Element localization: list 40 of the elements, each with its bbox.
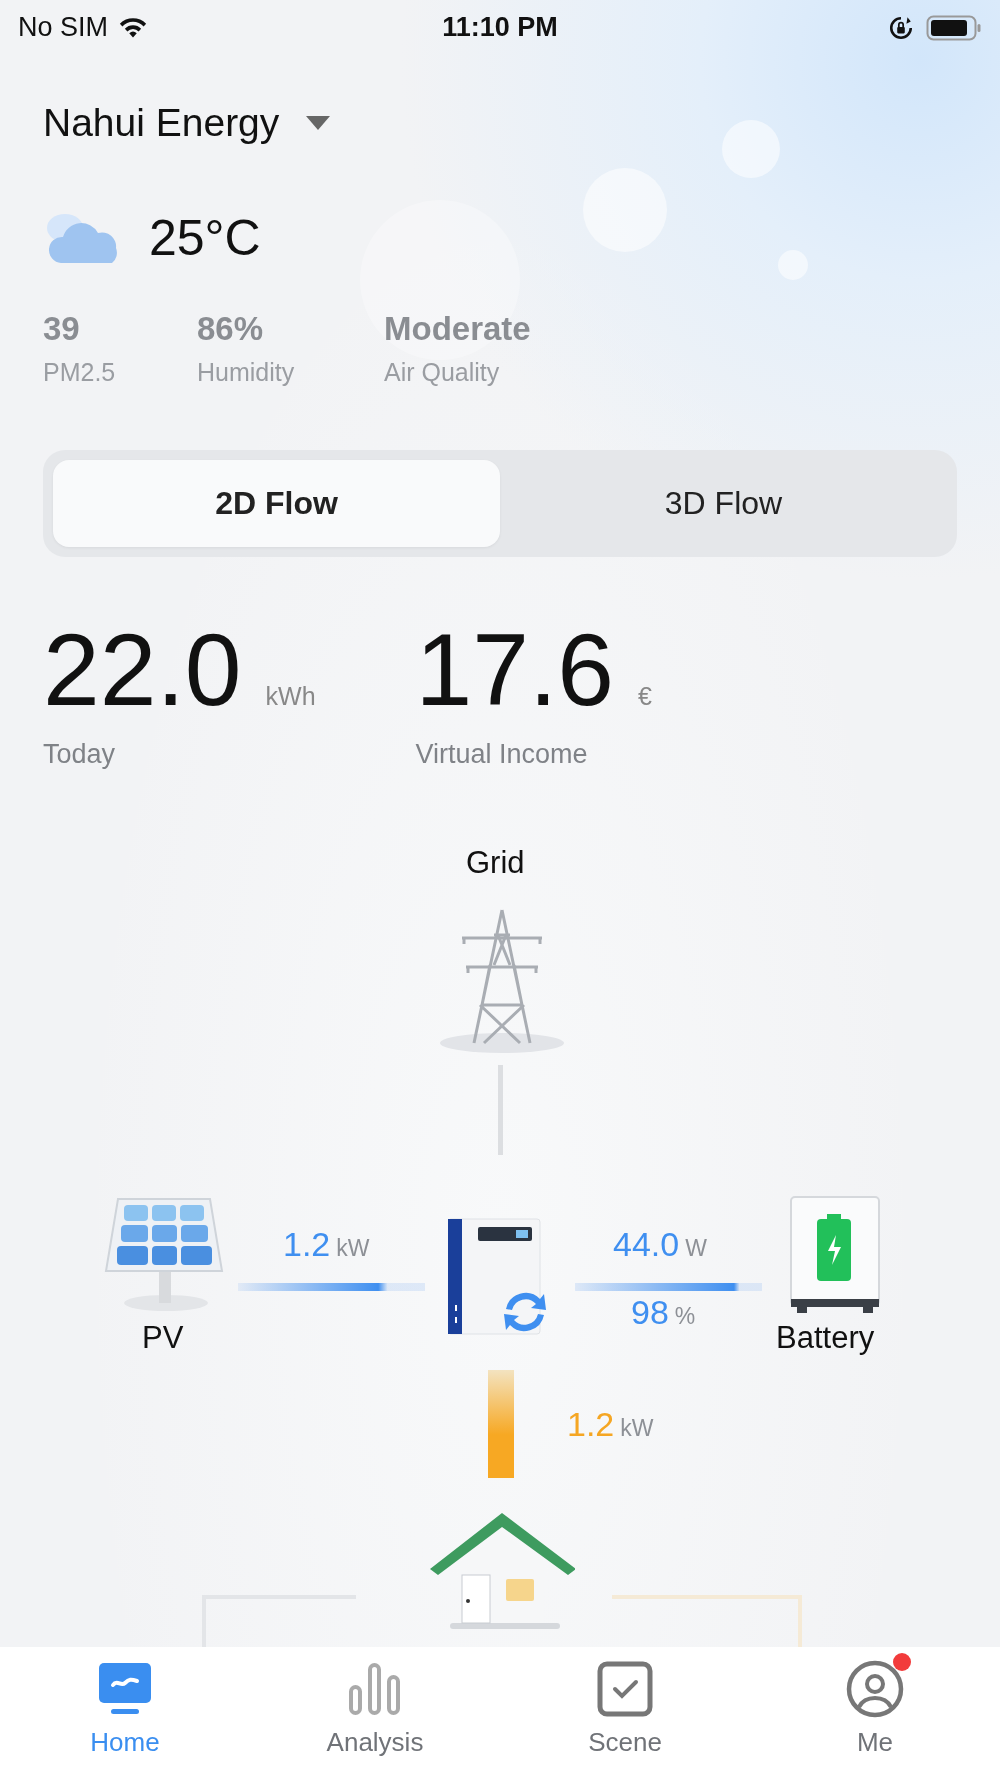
stat-label: Air Quality xyxy=(384,358,501,387)
tab-item[interactable]: Me xyxy=(750,1647,1000,1778)
stat-value: Moderate xyxy=(384,310,531,348)
summary-label: Virtual Income xyxy=(415,739,589,770)
clock-text: 11:10 PM xyxy=(442,12,558,43)
battery-charge-unit: % xyxy=(674,1303,696,1330)
view-tab[interactable]: 3D Flow xyxy=(500,460,947,547)
temperature-text: 25°C xyxy=(149,209,261,267)
stat-value: 86% xyxy=(197,310,265,348)
pv-power-unit: kW xyxy=(336,1235,370,1262)
summary-value: 22.0 xyxy=(43,619,242,721)
wifi-icon xyxy=(118,16,149,39)
summary-unit: € xyxy=(638,682,652,711)
view-tab[interactable]: 2D Flow xyxy=(53,460,500,547)
battery-charge-value: 98 xyxy=(631,1293,669,1332)
battery-status-icon xyxy=(926,14,982,41)
summary-value: 17.6 xyxy=(415,619,615,721)
battery-power-unit: W xyxy=(685,1235,707,1262)
load-power-value: 1.2 xyxy=(567,1405,615,1444)
carrier-text: No SIM xyxy=(18,12,109,43)
stat-label: PM2.5 xyxy=(43,358,117,387)
checkbox-icon xyxy=(595,1659,655,1719)
battery-label: Battery xyxy=(776,1320,875,1356)
pv-power-value: 1.2 xyxy=(283,1225,331,1264)
profile-icon xyxy=(845,1659,905,1719)
summary-unit: kWh xyxy=(265,682,316,711)
rotation-lock-icon xyxy=(888,14,914,41)
load-power-unit: kW xyxy=(620,1415,654,1442)
summary-label: Today xyxy=(43,739,117,770)
stat-value: 39 xyxy=(43,310,81,348)
stat-label: Humidity xyxy=(197,358,296,387)
pv-label: PV xyxy=(142,1320,184,1356)
tab-item[interactable]: Home xyxy=(0,1647,250,1778)
dropdown-caret-icon[interactable] xyxy=(305,115,332,131)
solar-panel-icon xyxy=(104,1197,224,1312)
site-name[interactable]: Nahui Energy xyxy=(43,101,280,145)
grid-label: Grid xyxy=(466,845,525,881)
tab-item[interactable]: Scene xyxy=(500,1647,750,1778)
battery-power-value: 44.0 xyxy=(613,1225,680,1264)
tab-item[interactable]: Analysis xyxy=(250,1647,500,1778)
